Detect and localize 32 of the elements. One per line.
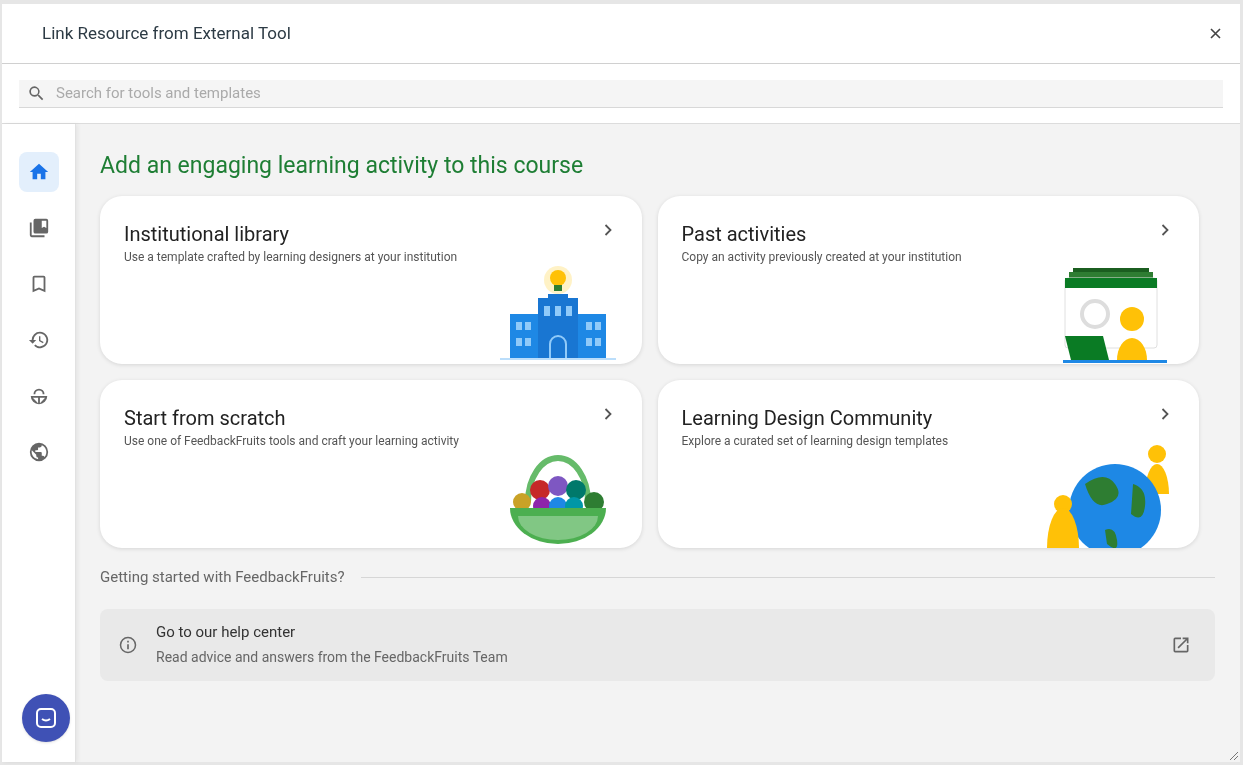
help-title: Go to our help center bbox=[156, 621, 297, 643]
page-heading: Add an engaging learning activity to this course bbox=[100, 151, 585, 181]
chevron-right-icon bbox=[603, 408, 612, 420]
globe-icon bbox=[27, 441, 50, 463]
history-icon bbox=[27, 329, 50, 351]
search-icon bbox=[27, 83, 46, 103]
card-description: Copy an activity previously created at your institution bbox=[681, 249, 963, 266]
help-center-link[interactable]: Go to our help center Read advice and answers from the FeedbackFruits Team bbox=[100, 608, 1215, 681]
resize-handle-icon bbox=[1228, 750, 1238, 760]
close-button[interactable] bbox=[1208, 26, 1222, 41]
chevron-right-icon bbox=[1161, 408, 1169, 420]
chevron-right-icon bbox=[603, 224, 612, 236]
search-field[interactable]: Search for tools and templates bbox=[19, 79, 1223, 108]
chat-icon bbox=[35, 707, 57, 729]
card-title: Start from scratch bbox=[124, 406, 286, 430]
activity-card[interactable]: Start from scratch Use one of FeedbackFruits tools and craft your learning activity bbox=[100, 380, 642, 548]
sidebar-tab[interactable] bbox=[18, 152, 59, 192]
info-icon bbox=[118, 634, 138, 655]
help-description: Read advice and answers from the FeedbackFruits Team bbox=[156, 648, 509, 668]
activity-card[interactable]: Institutional library Use a template crafted by learning designers at your institution bbox=[100, 196, 642, 364]
chevron-right-icon bbox=[1161, 224, 1169, 236]
card-description: Explore a curated set of learning design templates bbox=[681, 433, 950, 450]
card-title: Institutional library bbox=[124, 222, 289, 246]
library-icon bbox=[27, 217, 50, 239]
card-description: Use one of FeedbackFruits tools and craft your learning activity bbox=[124, 433, 460, 450]
card-description: Use a template crafted by learning designers at your institution bbox=[124, 249, 459, 266]
activity-card[interactable]: Learning Design Community Explore a curated set of learning design templates bbox=[657, 380, 1199, 548]
card-title: Past activities bbox=[681, 222, 807, 246]
activity-card[interactable]: Past activities Copy an activity previously created at your institution bbox=[657, 196, 1199, 364]
card-title: Learning Design Community bbox=[681, 406, 933, 430]
dialog-title: Link Resource from External Tool bbox=[42, 21, 291, 45]
section-label: Getting started with FeedbackFruits? bbox=[100, 567, 345, 588]
